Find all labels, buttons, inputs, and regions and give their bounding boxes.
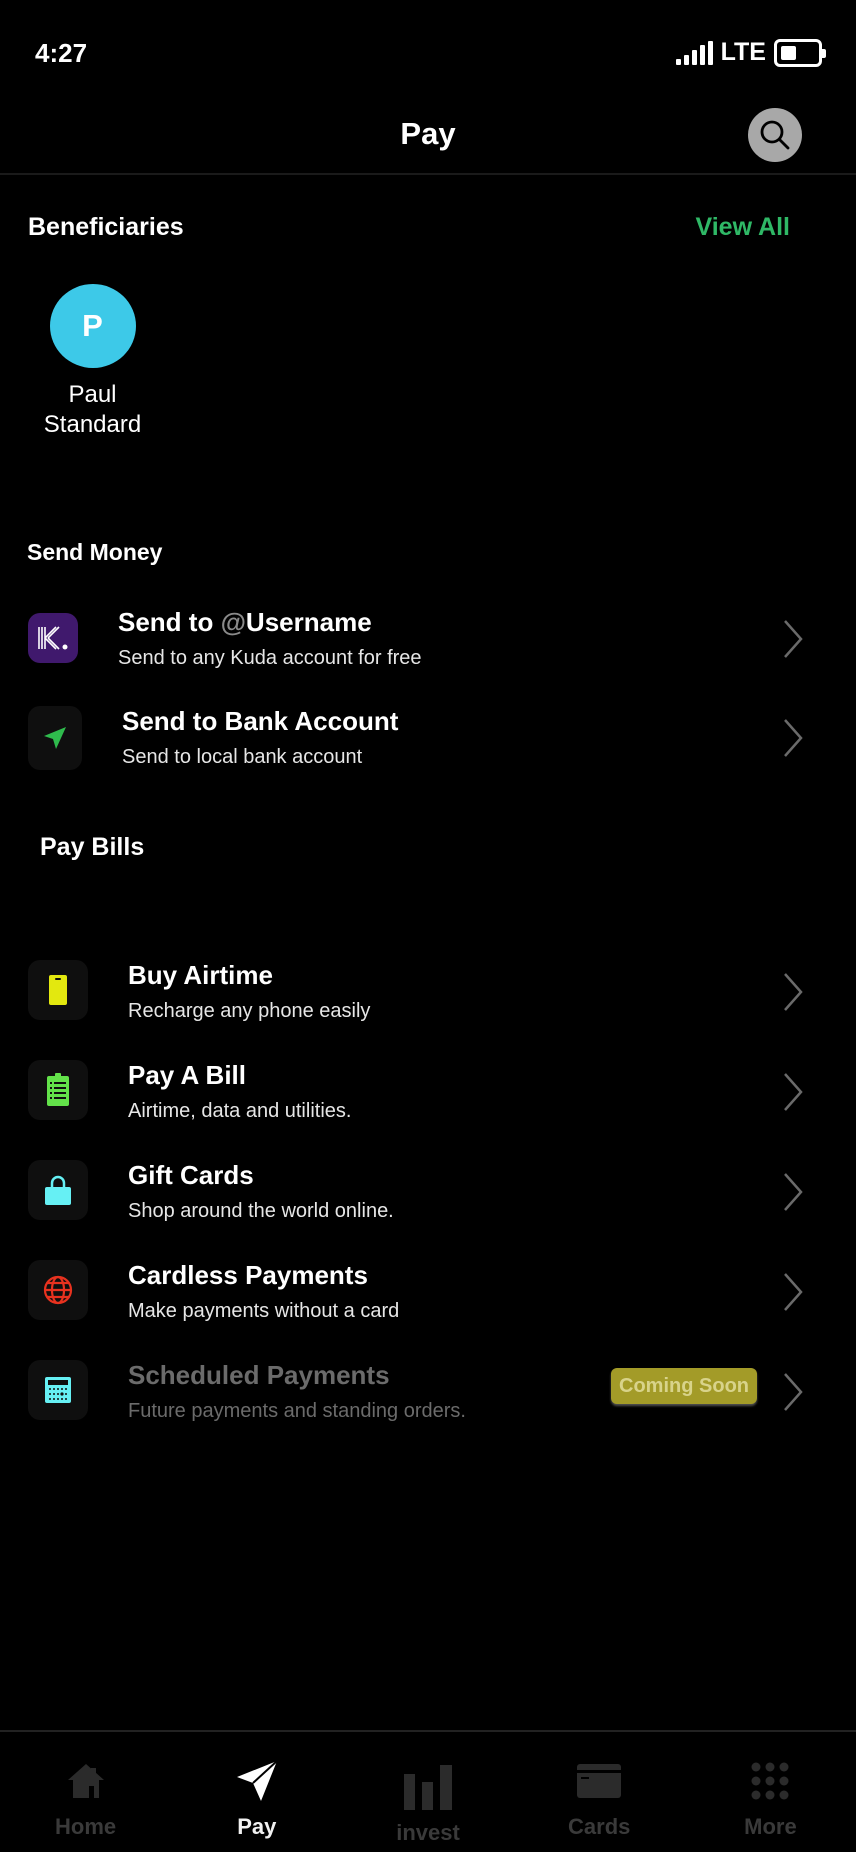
row-subtitle: Send to any Kuda account for free (118, 647, 422, 669)
beneficiaries-title: Beneficiaries (28, 213, 184, 241)
row-subtitle: Recharge any phone easily (128, 1000, 371, 1022)
signal-icon (675, 40, 713, 65)
row-title: Send to @Username (118, 607, 372, 637)
grid-dots-icon (750, 1756, 790, 1806)
row-subtitle: Airtime, data and utilities. (128, 1100, 352, 1122)
paper-plane-icon (28, 706, 82, 770)
row-subtitle: Shop around the world online. (128, 1200, 394, 1222)
paper-plane-icon (235, 1756, 279, 1806)
send-to-username-row[interactable]: Send to @Username Send to any Kuda accou… (0, 607, 856, 697)
chevron-right-icon (784, 973, 803, 1011)
header: Pay (0, 100, 856, 175)
coming-soon-badge: Coming Soon (611, 1368, 757, 1404)
avatar: P (49, 284, 136, 368)
bar-chart-icon (403, 1762, 453, 1812)
calculator-icon (28, 1360, 88, 1420)
gift-cards-row[interactable]: Gift Cards Shop around the world online. (0, 1160, 856, 1250)
shopping-bag-icon (28, 1160, 88, 1220)
tab-label: invest (396, 1820, 460, 1845)
row-subtitle: Send to local bank account (122, 746, 363, 768)
beneficiary-item[interactable]: P Paul Standard (30, 284, 155, 440)
status-indicators: LTE (675, 38, 826, 67)
page-title: Pay (400, 116, 456, 151)
status-bar: 4:27 LTE (0, 0, 856, 100)
chevron-right-icon (784, 1373, 803, 1411)
kuda-logo-icon (28, 613, 78, 663)
send-to-bank-row[interactable]: Send to Bank Account Send to local bank … (0, 706, 856, 796)
battery-icon (774, 38, 826, 67)
row-title: Send to Bank Account (122, 706, 399, 736)
status-time: 4:27 (35, 38, 88, 68)
chevron-right-icon (784, 620, 803, 658)
pay-bills-title: Pay Bills (40, 833, 145, 861)
row-subtitle: Future payments and standing orders. (128, 1400, 466, 1422)
row-title: Buy Airtime (128, 960, 273, 990)
card-icon (576, 1756, 622, 1806)
tab-label: Cards (568, 1814, 631, 1839)
tab-invest[interactable]: invest (342, 1732, 513, 1852)
phone-icon (28, 960, 88, 1020)
chevron-right-icon (784, 1073, 803, 1111)
row-title: Cardless Payments (128, 1260, 368, 1290)
row-subtitle: Make payments without a card (128, 1300, 400, 1322)
cardless-payments-row[interactable]: Cardless Payments Make payments without … (0, 1260, 856, 1350)
view-all-link[interactable]: View All (696, 213, 790, 242)
tab-label: Pay (237, 1814, 277, 1839)
tab-pay[interactable]: Pay (171, 1732, 342, 1852)
tab-label: More (744, 1814, 797, 1839)
row-title: Gift Cards (128, 1160, 254, 1190)
beneficiary-name: Paul Standard (43, 381, 142, 438)
search-button[interactable] (748, 108, 802, 162)
home-icon (65, 1756, 107, 1806)
tab-label: Home (55, 1814, 117, 1839)
buy-airtime-row[interactable]: Buy Airtime Recharge any phone easily (0, 960, 856, 1050)
scheduled-payments-row[interactable]: Scheduled Payments Future payments and s… (0, 1360, 856, 1450)
search-icon (760, 120, 790, 150)
send-money-title: Send Money (27, 539, 163, 565)
bottom-tab-bar: Home Pay invest Cards More (0, 1730, 856, 1852)
row-title: Pay A Bill (128, 1060, 247, 1090)
pay-a-bill-row[interactable]: Pay A Bill Airtime, data and utilities. (0, 1060, 856, 1150)
tab-more[interactable]: More (685, 1732, 856, 1852)
tab-home[interactable]: Home (0, 1732, 171, 1852)
network-type: LTE (720, 38, 766, 66)
chevron-right-icon (784, 719, 803, 757)
chevron-right-icon (784, 1273, 803, 1311)
row-title: Scheduled Payments (128, 1360, 390, 1390)
tab-cards[interactable]: Cards (514, 1732, 685, 1852)
clipboard-list-icon (28, 1060, 88, 1120)
globe-icon (28, 1260, 88, 1320)
chevron-right-icon (784, 1173, 803, 1211)
